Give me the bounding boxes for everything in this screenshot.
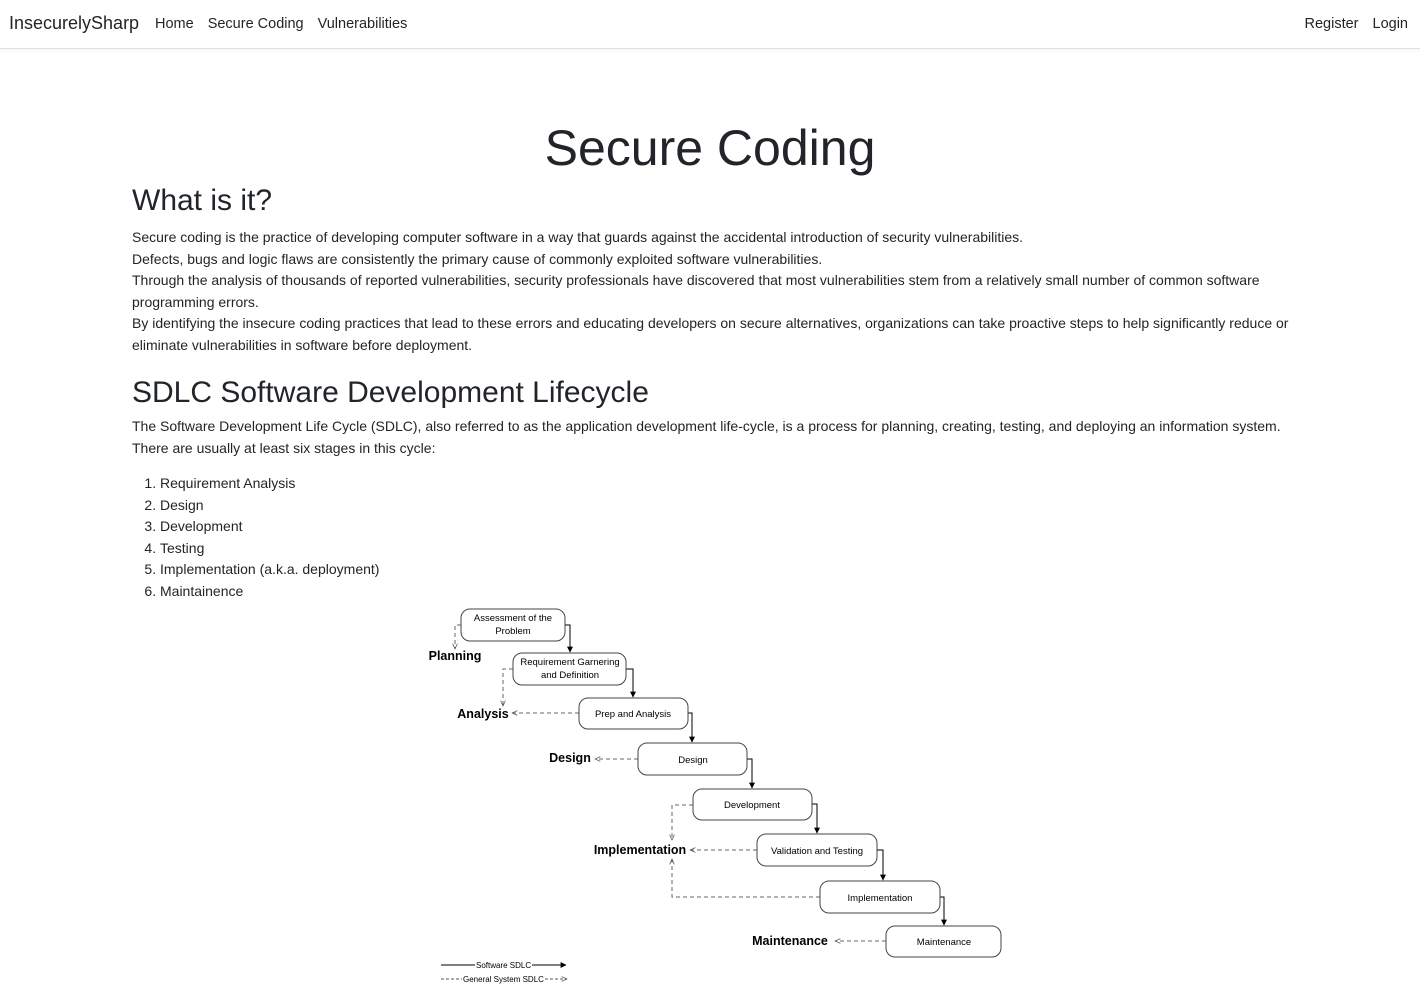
nav-link-vulnerabilities[interactable]: Vulnerabilities <box>318 16 408 32</box>
nav-main-links: Home Secure Coding Vulnerabilities <box>155 16 407 32</box>
what-line-2: Defects, bugs and logic flaws are consis… <box>132 250 823 267</box>
box-label: Requirement Garnering <box>520 657 619 668</box>
stage-item: Requirement Analysis <box>160 473 1302 495</box>
phase-implementation: Implementation <box>594 843 686 857</box>
box-assessment: Assessment of the Problem <box>460 608 566 642</box>
box-label: Assessment of the <box>474 613 552 624</box>
what-line-4: By identifying the insecure coding pract… <box>132 315 1289 353</box>
what-paragraphs: Secure coding is the practice of develop… <box>132 227 1302 356</box>
what-heading: What is it? <box>132 184 273 217</box>
stage-item: Development <box>160 516 1302 538</box>
legend-software: Software SDLC <box>476 961 531 970</box>
box-requirement: Requirement Garnering and Definition <box>512 652 627 686</box>
nav-link-register[interactable]: Register <box>1305 16 1359 32</box>
page-title: Secure Coding <box>544 120 876 176</box>
box-development: Development <box>692 788 813 821</box>
box-label: Prep and Analysis <box>595 709 671 720</box>
phase-analysis: Analysis <box>457 707 508 721</box>
stage-item: Testing <box>160 538 1302 560</box>
box-label: Implementation <box>848 893 913 904</box>
phase-planning: Planning <box>429 649 482 663</box>
box-maintenance: Maintenance <box>885 925 1002 958</box>
sdlc-intro: The Software Development Life Cycle (SDL… <box>132 418 1281 456</box>
what-line-1: Secure coding is the practice of develop… <box>132 229 1024 245</box>
stage-item: Design <box>160 495 1302 517</box>
box-prep-analysis: Prep and Analysis <box>578 697 689 730</box>
box-label: Design <box>678 755 708 766</box>
article: What is it? Secure coding is the practic… <box>132 180 1302 602</box>
nav-link-login[interactable]: Login <box>1373 16 1408 32</box>
phase-design: Design <box>549 751 591 765</box>
box-label: Maintenance <box>917 937 971 948</box>
brand-link[interactable]: InsecurelySharp <box>9 13 139 34</box>
nav-link-secure-coding[interactable]: Secure Coding <box>208 16 304 32</box>
what-line-3: Through the analysis of thousands of rep… <box>132 272 1260 310</box>
box-implementation: Implementation <box>819 880 941 914</box>
box-validation: Validation and Testing <box>756 833 878 867</box>
nav-account-links: Register Login <box>1305 16 1408 32</box>
diagram-legend: Software SDLC General System SDLC <box>441 961 567 984</box>
stage-list: Requirement Analysis Design Development … <box>132 473 1302 602</box>
box-label: and Definition <box>541 670 599 681</box>
sdlc-heading: SDLC Software Development Lifecycle <box>132 376 649 409</box>
nav-link-home[interactable]: Home <box>155 16 194 32</box>
box-label: Validation and Testing <box>771 846 863 857</box>
box-label: Development <box>724 800 780 811</box>
stage-item: Maintainence <box>160 581 1302 603</box>
stage-item: Implementation (a.k.a. deployment) <box>160 559 1302 581</box>
box-design: Design <box>637 742 748 776</box>
general-arrows <box>455 624 886 941</box>
flow-arrows <box>565 624 947 926</box>
box-label: Problem <box>495 626 530 637</box>
legend-general: General System SDLC <box>463 975 544 984</box>
phase-labels: Planning Analysis Design Implementation … <box>429 649 828 948</box>
navbar: InsecurelySharp Home Secure Coding Vulne… <box>0 0 1420 49</box>
